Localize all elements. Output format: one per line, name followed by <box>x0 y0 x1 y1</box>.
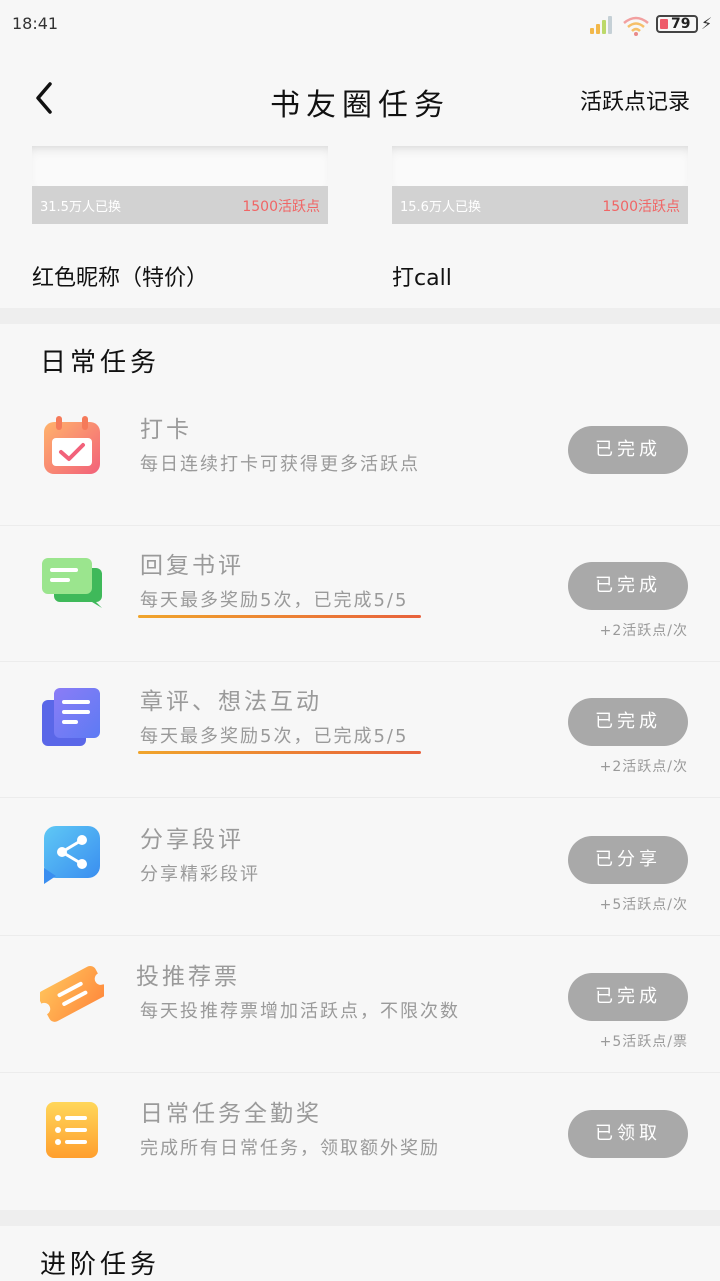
task-name: 分享段评 <box>140 827 244 853</box>
task-row-chapter-interaction: 章评、想法互动 每天最多奖励5次，已完成5/5 已完成 +2活跃点/次 <box>0 662 720 798</box>
advanced-tasks-heading: 进阶任务 <box>40 1250 161 1280</box>
activity-record-link[interactable]: 活跃点记录 <box>580 84 690 116</box>
task-reward: +2活跃点/次 <box>599 759 688 775</box>
task-name: 投推荐票 <box>136 964 240 990</box>
reward-image <box>392 146 688 186</box>
reward-list: 31.5万人已换 1500活跃点 红色昵称（特价） 15.6万人已换 1500活… <box>0 146 720 308</box>
task-desc: 分享精彩段评 <box>140 864 260 885</box>
task-row-share: 分享段评 分享精彩段评 已分享 +5活跃点/次 <box>0 800 720 936</box>
daily-tasks-heading: 日常任务 <box>40 348 161 378</box>
ticket-icon <box>40 965 104 1022</box>
task-desc: 每天最多奖励5次，已完成5/5 <box>140 726 409 747</box>
task-status-button[interactable]: 已领取 <box>568 1110 688 1158</box>
task-name: 章评、想法互动 <box>140 689 322 715</box>
reward-card[interactable]: 15.6万人已换 1500活跃点 打call <box>392 146 688 292</box>
task-name: 打卡 <box>140 417 192 443</box>
task-status-button[interactable]: 已分享 <box>568 836 688 884</box>
reward-name: 红色昵称（特价） <box>32 266 209 291</box>
progress-underline <box>138 615 421 618</box>
task-desc: 每天投推荐票增加活跃点，不限次数 <box>140 1001 460 1022</box>
task-desc: 每天最多奖励5次，已完成5/5 <box>140 590 409 611</box>
progress-underline <box>138 751 421 754</box>
task-row-reply-review: 回复书评 每天最多奖励5次，已完成5/5 已完成 +2活跃点/次 <box>0 526 720 662</box>
charging-icon: ⚡ <box>701 14 713 33</box>
reward-price: 1500活跃点 <box>602 199 680 215</box>
section-divider <box>0 1210 720 1226</box>
chat-bubbles-icon <box>42 558 102 608</box>
task-reward: +5活跃点/票 <box>599 1034 688 1050</box>
task-status-button[interactable]: 已完成 <box>568 973 688 1021</box>
task-desc: 每日连续打卡可获得更多活跃点 <box>140 454 420 475</box>
reward-card[interactable]: 31.5万人已换 1500活跃点 红色昵称（特价） <box>32 146 328 292</box>
task-status-button[interactable]: 已完成 <box>568 426 688 474</box>
reward-info-bar: 31.5万人已换 1500活跃点 <box>32 186 328 224</box>
battery-level: 79 <box>671 16 691 32</box>
clock: 18:41 <box>12 14 59 33</box>
reward-image <box>32 146 328 186</box>
task-row-recommend-ticket: 投推荐票 每天投推荐票增加活跃点，不限次数 已完成 +5活跃点/票 <box>0 937 720 1073</box>
battery-icon: 79 <box>656 15 698 33</box>
task-desc: 完成所有日常任务，领取额外奖励 <box>140 1138 440 1159</box>
task-row-attendance-bonus: 日常任务全勤奖 完成所有日常任务，领取额外奖励 已领取 <box>0 1074 720 1210</box>
task-status-button[interactable]: 已完成 <box>568 698 688 746</box>
nav-bar: 书友圈任务 活跃点记录 <box>0 50 720 146</box>
wifi-icon <box>623 16 649 36</box>
reward-info-bar: 15.6万人已换 1500活跃点 <box>392 186 688 224</box>
section-divider <box>0 308 720 324</box>
exchange-count: 15.6万人已换 <box>400 200 481 215</box>
list-icon <box>46 1102 98 1158</box>
reward-price: 1500活跃点 <box>242 199 320 215</box>
share-icon <box>44 826 100 884</box>
task-name: 回复书评 <box>140 553 244 579</box>
signal-icon <box>590 14 614 34</box>
status-bar: 18:41 79 ⚡ <box>0 0 720 50</box>
task-reward: +5活跃点/次 <box>599 897 688 913</box>
calendar-check-icon <box>44 416 100 474</box>
task-status-button[interactable]: 已完成 <box>568 562 688 610</box>
exchange-count: 31.5万人已换 <box>40 200 121 215</box>
task-row-checkin: 打卡 每日连续打卡可获得更多活跃点 已完成 <box>0 390 720 526</box>
document-stack-icon <box>42 688 100 746</box>
reward-name: 打call <box>392 266 452 291</box>
task-name: 日常任务全勤奖 <box>140 1101 322 1127</box>
task-reward: +2活跃点/次 <box>599 623 688 639</box>
